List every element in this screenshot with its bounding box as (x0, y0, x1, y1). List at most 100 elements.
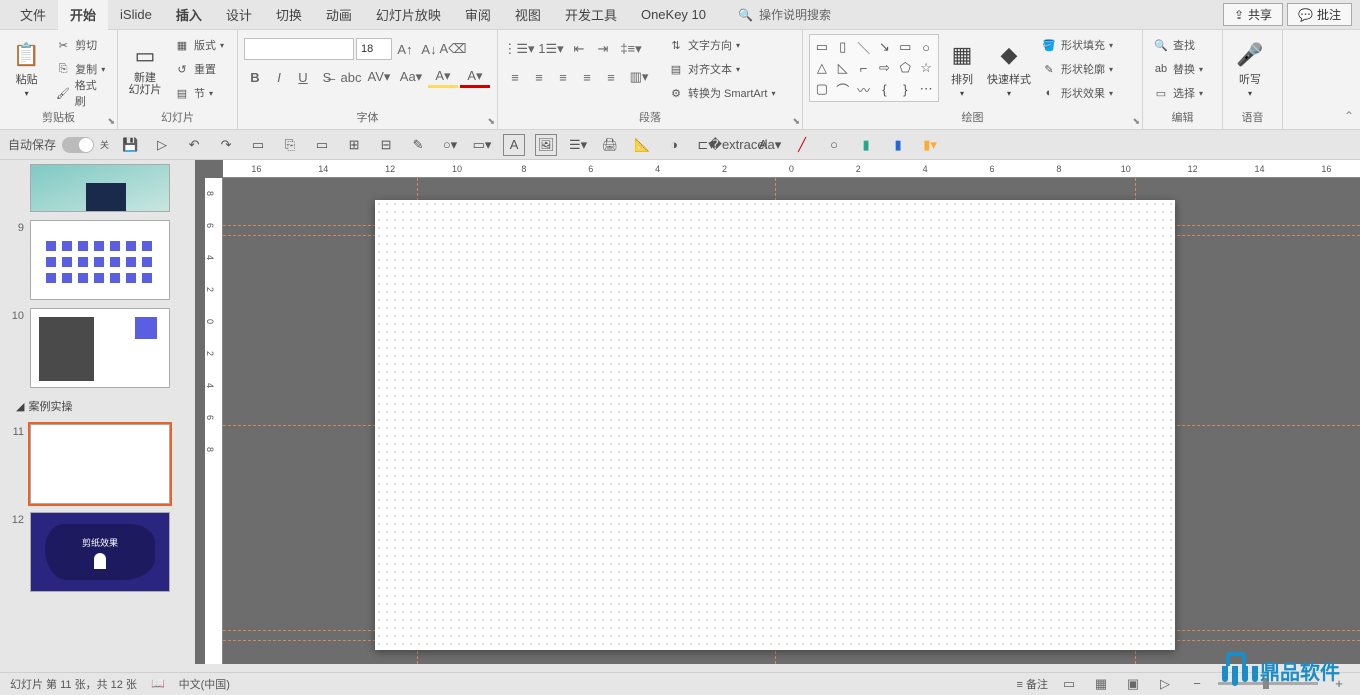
qat-icon[interactable]: ▮ (887, 134, 909, 156)
menu-developer[interactable]: 开发工具 (553, 0, 629, 30)
distribute-icon[interactable]: ≡ (600, 66, 622, 88)
paste-button[interactable]: 📋 粘贴 ▾ (6, 34, 47, 104)
shape-pentagon[interactable]: ⬠ (895, 58, 915, 78)
from-beginning-icon[interactable]: ▷ (151, 134, 173, 156)
highlight-icon[interactable]: A▾ (428, 66, 458, 88)
menu-review[interactable]: 审阅 (453, 0, 503, 30)
shadow-icon[interactable]: abc (340, 66, 362, 88)
menu-onekey[interactable]: OneKey 10 (629, 1, 718, 28)
slide-thumbnail-current[interactable] (30, 424, 170, 504)
slide-thumbnail[interactable]: 剪纸效果 (30, 512, 170, 592)
vertical-ruler[interactable]: 864202468 (205, 178, 223, 664)
text-direction-button[interactable]: ⇅文字方向▾ (664, 34, 779, 56)
format-painter-button[interactable]: 🖌格式刷 (51, 82, 111, 104)
dialog-launcher-icon[interactable]: ⬊ (107, 116, 115, 127)
zoom-out-icon[interactable]: − (1186, 673, 1208, 695)
slide-thumbnail[interactable] (30, 308, 170, 388)
thumbnail-row[interactable]: 10 (6, 308, 189, 388)
menu-animations[interactable]: 动画 (314, 0, 364, 30)
align-text-button[interactable]: ▤对齐文本▾ (664, 58, 779, 80)
slide-editor[interactable] (375, 200, 1175, 650)
toggle-switch[interactable] (62, 137, 94, 153)
align-right-icon[interactable]: ≡ (552, 66, 574, 88)
shape-roundrect[interactable]: ▢ (812, 79, 832, 99)
collapse-ribbon-icon[interactable]: ⌃ (1344, 109, 1354, 123)
justify-icon[interactable]: ≡ (576, 66, 598, 88)
menu-insert[interactable]: 插入 (164, 0, 214, 30)
slide-thumbnail[interactable] (30, 220, 170, 300)
undo-icon[interactable]: ↶ (183, 134, 205, 156)
eyedropper-icon[interactable]: ╱ (791, 134, 813, 156)
shape-effects-button[interactable]: ◐形状效果▾ (1037, 82, 1117, 104)
menu-slideshow[interactable]: 幻灯片放映 (364, 0, 453, 30)
layout-button[interactable]: ▦版式▾ (170, 34, 228, 56)
quick-styles-button[interactable]: ◆ 快速样式 ▾ (985, 34, 1033, 104)
share-button[interactable]: ⇪共享 (1223, 3, 1283, 26)
bold-icon[interactable]: B (244, 66, 266, 88)
slide-thumbnail[interactable] (30, 164, 170, 212)
qat-icon[interactable]: ○ (823, 134, 845, 156)
qat-icon[interactable]: ⊟ (375, 134, 397, 156)
dictate-button[interactable]: 🎤 听写 ▾ (1229, 34, 1271, 104)
qat-icon[interactable]: ○▾ (439, 134, 461, 156)
strikethrough-icon[interactable]: S̶ (316, 66, 338, 88)
qat-icon[interactable]: ⎘ (279, 134, 301, 156)
thumbnail-row[interactable]: 11 (6, 424, 189, 504)
qat-icon[interactable]: ▭ (247, 134, 269, 156)
shape-arrow[interactable]: ↘ (875, 37, 895, 57)
increase-indent-icon[interactable]: ⇥ (592, 38, 614, 60)
menu-islide[interactable]: iSlide (108, 1, 164, 28)
qat-icon[interactable]: Aa▾ (759, 134, 781, 156)
reading-view-icon[interactable]: ▣ (1122, 673, 1144, 695)
replace-button[interactable]: ab替换▾ (1149, 58, 1207, 80)
qat-icon[interactable]: ⊞ (343, 134, 365, 156)
redo-icon[interactable]: ↷ (215, 134, 237, 156)
cut-button[interactable]: ✂剪切 (51, 34, 111, 56)
qat-icon[interactable]: ✎ (407, 134, 429, 156)
dialog-launcher-icon[interactable]: ⬊ (1132, 116, 1140, 127)
thumbnail-row[interactable]: 12 剪纸效果 (6, 512, 189, 592)
clear-format-icon[interactable]: A⌫ (442, 38, 464, 60)
italic-icon[interactable]: I (268, 66, 290, 88)
menu-transitions[interactable]: 切换 (264, 0, 314, 30)
section-header[interactable]: ◢案例实操 (6, 396, 189, 416)
qat-icon[interactable]: ▭▾ (471, 134, 493, 156)
thumbnail-row[interactable] (6, 164, 189, 212)
tell-me-search[interactable]: 🔍 操作说明搜索 (738, 6, 831, 23)
autosave-toggle[interactable]: 自动保存 关 (8, 136, 109, 153)
shape-triangle[interactable]: △ (812, 58, 832, 78)
comments-button[interactable]: 💬批注 (1287, 3, 1352, 26)
menu-home[interactable]: 开始 (58, 0, 108, 30)
menu-view[interactable]: 视图 (503, 0, 553, 30)
font-size-combo[interactable]: 18 (356, 38, 392, 60)
shape-brace-l[interactable]: { (875, 79, 895, 99)
shape-brace-r[interactable]: } (895, 79, 915, 99)
notes-button[interactable]: ≡ 备注 (1017, 676, 1048, 692)
section-button[interactable]: ▤节▾ (170, 82, 228, 104)
qat-icon[interactable]: A (503, 134, 525, 156)
qat-icon[interactable]: ▮ (855, 134, 877, 156)
qat-icon[interactable]: ▭ (311, 134, 333, 156)
reset-button[interactable]: ↺重置 (170, 58, 228, 80)
sorter-view-icon[interactable]: ▦ (1090, 673, 1112, 695)
dialog-launcher-icon[interactable]: ⬊ (792, 116, 800, 127)
qat-icon[interactable]: ☰▾ (567, 134, 589, 156)
slideshow-view-icon[interactable]: ▷ (1154, 673, 1176, 695)
spellcheck-icon[interactable]: 📖 (151, 677, 165, 690)
shape-freeform[interactable]: 〰 (854, 79, 874, 99)
crop-icon[interactable]: �extracel (727, 134, 749, 156)
decrease-font-icon[interactable]: A↓ (418, 38, 440, 60)
shape-textbox[interactable]: ▭ (812, 37, 832, 57)
qat-icon[interactable]: 📐 (631, 134, 653, 156)
shape-rect[interactable]: ▭ (895, 37, 915, 57)
shape-star[interactable]: ☆ (916, 58, 936, 78)
font-color-icon[interactable]: A▾ (460, 66, 490, 88)
numbering-icon[interactable]: 1☰▾ (536, 38, 566, 60)
shape-arrow-r[interactable]: ⇨ (875, 58, 895, 78)
qat-icon[interactable]: ▮▾ (919, 134, 941, 156)
shape-more[interactable]: ⋯ (916, 79, 936, 99)
dialog-launcher-icon[interactable]: ⬊ (487, 116, 495, 127)
align-center-icon[interactable]: ≡ (528, 66, 550, 88)
current-slide[interactable] (375, 200, 1175, 650)
qat-icon[interactable]: ◑ (663, 134, 685, 156)
